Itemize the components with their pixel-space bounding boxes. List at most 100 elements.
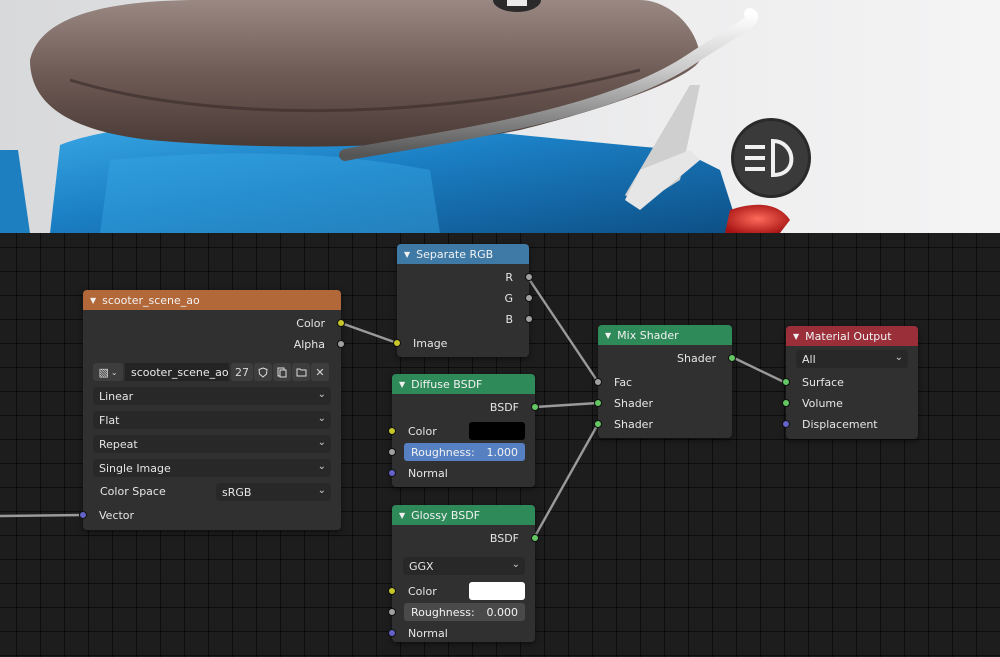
chevron-down-icon: ⌄ [317, 485, 326, 496]
node-header[interactable]: ▼ Material Output [786, 326, 918, 346]
roughness-slider[interactable]: Roughness: 1.000 [404, 443, 525, 461]
distribution-dropdown[interactable]: GGX ⌄ [403, 557, 525, 575]
new-image-icon[interactable] [273, 363, 291, 381]
target-dropdown[interactable]: All ⌄ [796, 350, 908, 368]
input-displacement-label: Displacement [802, 417, 878, 431]
projection-value: Flat [99, 413, 120, 427]
output-alpha-socket[interactable] [337, 340, 345, 348]
scooter-render [0, 0, 811, 233]
output-bsdf-socket[interactable] [531, 403, 539, 411]
output-color-label: Color [296, 316, 325, 330]
color-space-label: Color Space [100, 484, 166, 498]
chevron-down-icon: ⌄ [317, 389, 326, 400]
input-roughness-socket[interactable] [388, 608, 396, 616]
input-roughness-socket[interactable] [388, 448, 396, 456]
source-value: Single Image [99, 461, 171, 475]
distribution-value: GGX [409, 559, 434, 573]
roughness-value: 0.000 [486, 605, 519, 619]
glossy-bsdf-node[interactable]: ▼ Glossy BSDF BSDF GGX ⌄ Color Roughness… [388, 505, 539, 642]
shader-node-editor[interactable]: ▼ scooter_scene_ao Color Alpha ▧ ⌄ scoote… [0, 233, 1000, 657]
roughness-label: Roughness: [411, 605, 475, 619]
open-folder-icon[interactable] [292, 363, 310, 381]
users-count[interactable]: 27 [231, 363, 253, 381]
node-title: Diffuse BSDF [411, 377, 483, 391]
output-color-socket[interactable] [337, 319, 345, 327]
projection-dropdown[interactable]: Flat ⌄ [93, 411, 331, 429]
node-header[interactable]: ▼ Mix Shader [598, 325, 732, 345]
input-vector-label: Vector [99, 508, 135, 522]
output-r-socket[interactable] [525, 273, 533, 281]
input-volume-socket[interactable] [782, 399, 790, 407]
mix-shader-node[interactable]: ▼ Mix Shader Shader Fac Shader Shader [594, 325, 736, 438]
link-r-to-fac [528, 278, 599, 383]
collapse-arrow-icon[interactable]: ▼ [605, 331, 611, 340]
image-texture-node[interactable]: ▼ scooter_scene_ao Color Alpha ▧ ⌄ scoote… [79, 290, 345, 530]
extension-dropdown[interactable]: Repeat ⌄ [93, 435, 331, 453]
output-bsdf-label: BSDF [489, 400, 519, 414]
chevron-down-icon: ⌄ [894, 352, 903, 363]
output-g-socket[interactable] [525, 294, 533, 302]
output-bsdf-label: BSDF [489, 531, 519, 545]
input-fac-socket[interactable] [594, 378, 602, 386]
input-shader-2-label: Shader [614, 417, 653, 431]
input-vector-socket[interactable] [79, 511, 87, 519]
chevron-down-icon: ⌄ [511, 559, 520, 570]
diffuse-color-swatch[interactable] [469, 422, 525, 440]
input-displacement-socket[interactable] [782, 420, 790, 428]
collapse-arrow-icon[interactable]: ▼ [793, 332, 799, 341]
input-color-label: Color [408, 424, 437, 438]
input-color-label: Color [408, 584, 437, 598]
source-dropdown[interactable]: Single Image ⌄ [93, 459, 331, 477]
roughness-label: Roughness: [411, 445, 475, 459]
image-name-field[interactable]: scooter_scene_ao [125, 363, 229, 381]
chevron-down-icon: ⌄ [317, 461, 326, 472]
color-space-value: sRGB [222, 485, 252, 499]
image-browse-button[interactable]: ▧ ⌄ [93, 363, 123, 381]
unlink-close-icon[interactable]: ✕ [311, 363, 329, 381]
node-header[interactable]: ▼ scooter_scene_ao [83, 290, 341, 310]
input-shader-2-socket[interactable] [594, 420, 602, 428]
image-selector: ▧ ⌄ scooter_scene_ao 27 ✕ [93, 363, 331, 381]
collapse-arrow-icon[interactable]: ▼ [399, 380, 405, 389]
output-alpha-label: Alpha [293, 337, 325, 351]
output-shader-socket[interactable] [728, 354, 736, 362]
collapse-arrow-icon[interactable]: ▼ [399, 511, 405, 520]
input-surface-socket[interactable] [782, 378, 790, 386]
extension-value: Repeat [99, 437, 138, 451]
node-title: Mix Shader [617, 328, 679, 342]
material-output-node[interactable]: ▼ Material Output All ⌄ Surface Volume D… [782, 326, 918, 439]
node-header[interactable]: ▼ Glossy BSDF [392, 505, 535, 525]
fake-user-shield-icon[interactable] [254, 363, 272, 381]
link-color-to-image [340, 321, 398, 345]
output-bsdf-socket[interactable] [531, 534, 539, 542]
glossy-color-swatch[interactable] [469, 582, 525, 600]
node-title: Separate RGB [416, 247, 494, 261]
input-normal-socket[interactable] [388, 629, 396, 637]
image-icon: ▧ [98, 365, 109, 379]
link-vector-input [0, 513, 84, 518]
link-diffuse-to-shader [534, 401, 599, 409]
output-b-socket[interactable] [525, 315, 533, 323]
separate-rgb-node[interactable]: ▼ Separate RGB R G B Image [393, 244, 533, 357]
input-fac-label: Fac [614, 375, 633, 389]
input-image-socket[interactable] [393, 339, 401, 347]
input-color-socket[interactable] [388, 427, 396, 435]
chevron-down-icon: ⌄ [317, 413, 326, 424]
node-title: Glossy BSDF [411, 508, 481, 522]
output-b-label: B [505, 312, 513, 326]
3d-viewport[interactable] [0, 0, 1000, 233]
collapse-arrow-icon[interactable]: ▼ [404, 250, 410, 259]
input-image-label: Image [413, 336, 448, 350]
interpolation-dropdown[interactable]: Linear ⌄ [93, 387, 331, 405]
diffuse-bsdf-node[interactable]: ▼ Diffuse BSDF BSDF Color Roughness: 1.0… [388, 374, 539, 487]
collapse-arrow-icon[interactable]: ▼ [90, 296, 96, 305]
input-normal-label: Normal [408, 626, 448, 640]
roughness-slider[interactable]: Roughness: 0.000 [404, 603, 525, 621]
input-shader-1-socket[interactable] [594, 399, 602, 407]
node-header[interactable]: ▼ Separate RGB [397, 244, 529, 264]
input-normal-socket[interactable] [388, 469, 396, 477]
input-color-socket[interactable] [388, 587, 396, 595]
link-glossy-to-shader [532, 423, 600, 539]
color-space-dropdown[interactable]: sRGB ⌄ [216, 483, 331, 501]
node-header[interactable]: ▼ Diffuse BSDF [392, 374, 535, 394]
